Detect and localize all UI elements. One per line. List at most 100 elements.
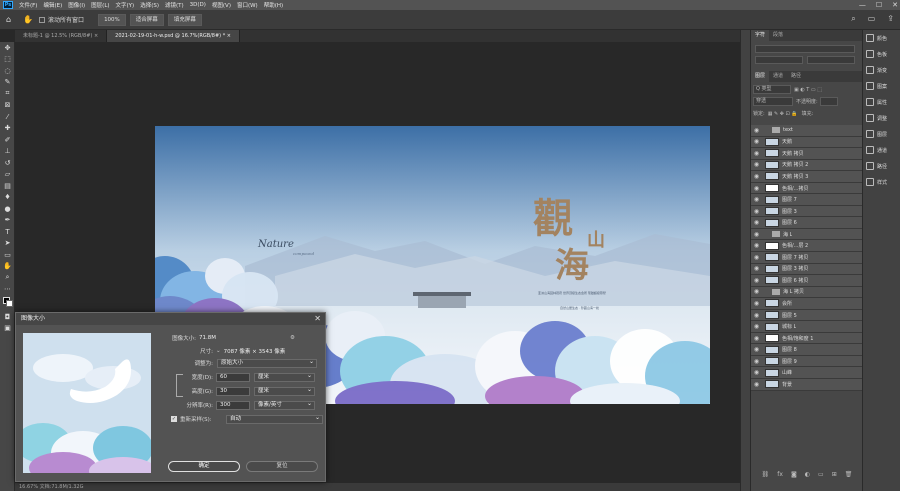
visibility-eye-icon[interactable]: ◉ (751, 254, 762, 261)
eraser-tool-icon[interactable]: ▱ (0, 169, 15, 181)
layer-name[interactable]: 图层 7 (782, 196, 797, 203)
dock-item[interactable]: 色板 (863, 46, 900, 62)
visibility-eye-icon[interactable]: ◉ (751, 323, 762, 330)
tab-channels[interactable]: 通道 (769, 71, 787, 82)
tab-layers[interactable]: 图层 (751, 71, 770, 82)
share-icon[interactable]: ⇪ (887, 14, 894, 24)
workspace-icon[interactable]: ▭ (868, 14, 876, 24)
resample-checkbox[interactable]: ✓ (171, 416, 177, 422)
color-swatches[interactable] (0, 295, 14, 311)
visibility-eye-icon[interactable]: ◉ (751, 138, 762, 145)
clone-stamp-tool-icon[interactable]: ⊥ (0, 146, 15, 158)
quick-mask-icon[interactable]: ◘ (0, 311, 15, 323)
more-tools-icon[interactable]: ⋯ (0, 284, 15, 296)
layer-name[interactable]: 色相/饱和度 1 (782, 335, 813, 342)
layer-name[interactable]: 天鹅 拷贝 3 (782, 173, 808, 180)
layer-row[interactable]: ◉ 图层 3 (751, 205, 863, 218)
dock-item[interactable]: 样式 (863, 174, 900, 190)
layer-row[interactable]: ◉ 城标 L (751, 321, 863, 333)
visibility-eye-icon[interactable]: ◉ (751, 208, 762, 215)
layer-name[interactable]: 图层 3 (782, 208, 797, 215)
layer-name[interactable]: 色相/...拷贝 (782, 185, 808, 192)
layer-filter-select[interactable]: Q 类型 (753, 85, 791, 94)
layer-name[interactable]: 图层 7 拷贝 (782, 254, 808, 261)
new-layer-icon[interactable]: ⊞ (832, 471, 837, 483)
eyedropper-tool-icon[interactable]: ⁄ (0, 111, 15, 123)
dock-item[interactable]: 颜色 (863, 30, 900, 46)
layer-name[interactable]: 图层 5 (782, 312, 797, 319)
layer-row[interactable]: ◉ 天鹅 拷贝 3 (751, 171, 863, 183)
layer-row[interactable]: ◉ text (751, 125, 863, 137)
layer-row[interactable]: ◉ 图层 8 (751, 344, 863, 356)
layer-name[interactable]: 图层 8 (782, 346, 797, 353)
font-family-field[interactable] (755, 45, 855, 53)
dock-item[interactable]: 通道 (863, 142, 900, 158)
layer-row[interactable]: ◉ 天鹅 (751, 136, 863, 149)
layer-row[interactable]: ◉ 图层 5 (751, 309, 863, 322)
layer-name[interactable]: 天鹅 拷贝 (782, 150, 804, 157)
menu-select[interactable]: 选择(S) (137, 1, 162, 9)
move-tool-icon[interactable]: ✥ (0, 42, 15, 54)
minimize-button[interactable]: — (859, 0, 866, 10)
visibility-eye-icon[interactable]: ◉ (751, 369, 762, 376)
fill-screen-button[interactable]: 填充屏幕 (167, 13, 202, 26)
layer-name[interactable]: 色相/...层 2 (782, 242, 808, 249)
delete-layer-icon[interactable]: 🗑 (845, 471, 853, 483)
layer-row[interactable]: ◉ 色相/...拷贝 (751, 182, 863, 195)
adjustment-layer-icon[interactable]: ◐ (805, 471, 810, 483)
layer-row[interactable]: ◉ 图层 6 拷贝 (751, 275, 863, 287)
lock-icons[interactable]: ▦ ✎ ✥ ⊡ 🔒 (768, 111, 798, 117)
layer-row[interactable]: ◉ 色相/...层 2 (751, 240, 863, 253)
resolution-input[interactable]: 300 (216, 400, 250, 410)
pen-tool-icon[interactable]: ✒ (0, 215, 15, 227)
healing-tool-icon[interactable]: ✚ (0, 123, 15, 135)
hand-tool-icon[interactable]: ✋ (0, 261, 15, 273)
visibility-eye-icon[interactable]: ◉ (751, 381, 762, 388)
fit-screen-button[interactable]: 适合屏幕 (129, 13, 164, 26)
dock-item[interactable]: 属性 (863, 94, 900, 110)
layer-name[interactable]: 背景 (782, 381, 792, 388)
image-preview[interactable] (23, 333, 151, 473)
lasso-tool-icon[interactable]: ◌ (0, 65, 15, 77)
menu-edit[interactable]: 编辑(E) (40, 1, 65, 9)
maximize-button[interactable]: ☐ (876, 0, 882, 10)
layer-row[interactable]: ◉ 图层 6 (751, 217, 863, 229)
opacity-input[interactable] (819, 97, 838, 106)
resolution-unit-select[interactable]: 像素/英寸 (254, 400, 315, 410)
shape-tool-icon[interactable]: ▭ (0, 249, 15, 261)
new-group-icon[interactable]: ▭ (818, 471, 824, 483)
menu-view[interactable]: 视图(V) (209, 1, 234, 9)
visibility-eye-icon[interactable]: ◉ (751, 312, 762, 319)
visibility-eye-icon[interactable]: ◉ (751, 161, 762, 168)
font-style-field[interactable] (755, 56, 803, 64)
zoom-100-button[interactable]: 100% (98, 13, 126, 26)
close-button[interactable]: ✕ (892, 0, 898, 10)
menu-type[interactable]: 文字(Y) (113, 1, 138, 9)
filter-icons[interactable]: ▣ ◐ T ▭ ⬚ (794, 87, 822, 93)
layer-row[interactable]: ◉ 背景 (751, 379, 863, 391)
layer-name[interactable]: 图层 6 (782, 219, 797, 226)
tab-character[interactable]: 字符 (751, 30, 770, 41)
menu-window[interactable]: 窗口(W) (234, 1, 261, 9)
dodge-tool-icon[interactable]: ● (0, 203, 15, 215)
visibility-eye-icon[interactable]: ◉ (751, 173, 762, 180)
layer-row[interactable]: ◉ 色相/饱和度 1 (751, 332, 863, 345)
settings-gear-icon[interactable]: ⚙ (290, 335, 295, 341)
dimensions-dropdown-icon[interactable]: ⌄ (216, 348, 221, 354)
reset-button[interactable]: 复位 (246, 461, 318, 472)
layer-row[interactable]: ◉ 天鹅 拷贝 (751, 148, 863, 160)
zoom-tool-icon[interactable]: ⌕ (0, 272, 15, 284)
dock-item[interactable]: 调整 (863, 110, 900, 126)
frame-tool-icon[interactable]: ⊠ (0, 100, 15, 112)
history-brush-tool-icon[interactable]: ↺ (0, 157, 15, 169)
tab-untitled[interactable]: 未标题-1 @ 12.5% (RGB/8#) × (15, 30, 108, 42)
visibility-eye-icon[interactable]: ◉ (751, 335, 762, 342)
layer-name[interactable]: 天鹅 拷贝 2 (782, 161, 808, 168)
layer-name[interactable]: 海 L 拷贝 (783, 288, 804, 295)
search-icon[interactable]: ⌕ (851, 14, 855, 24)
menu-file[interactable]: 文件(F) (16, 1, 40, 9)
add-mask-icon[interactable]: ◙ (791, 471, 797, 483)
blend-mode-select[interactable]: 穿透 (753, 97, 793, 106)
resample-select[interactable]: 自动 (226, 414, 323, 424)
width-input[interactable]: 60 (216, 372, 250, 382)
